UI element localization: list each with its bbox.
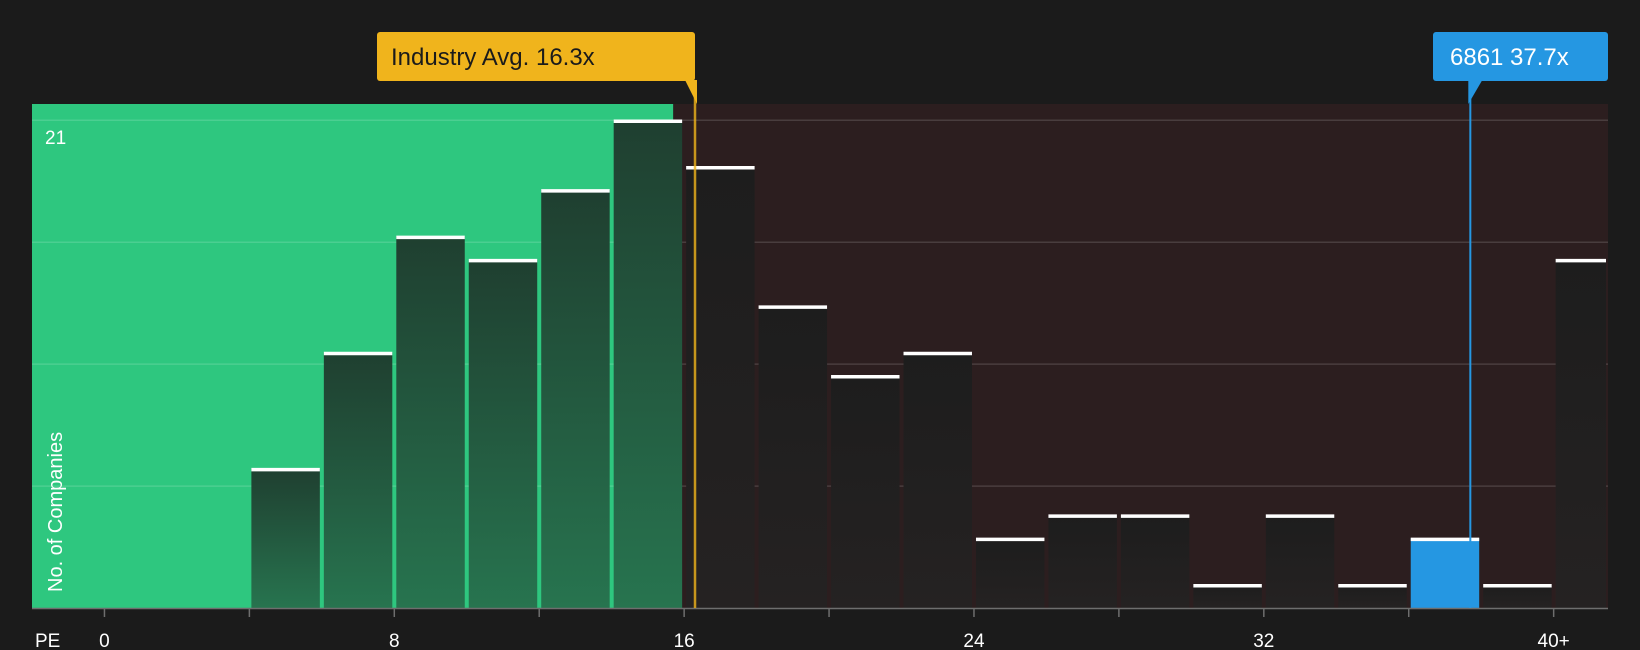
histogram-bar xyxy=(686,166,755,609)
x-tick-label: 0 xyxy=(99,631,110,650)
histogram-bar xyxy=(1483,584,1552,608)
histogram-bar xyxy=(468,259,538,608)
x-axis: 0 8 16 24 32 40+ xyxy=(32,607,1608,650)
histogram-bar xyxy=(1193,584,1262,608)
histogram-bar xyxy=(1555,259,1606,608)
industry-avg-label: Industry Avg. 16.3x xyxy=(391,44,595,71)
histogram-bar xyxy=(758,306,828,608)
histogram-bar xyxy=(975,538,1045,608)
y-axis-title: No. of Companies xyxy=(45,432,67,592)
histogram-bar xyxy=(251,468,320,608)
histogram-bar xyxy=(1338,584,1407,608)
company-pe-pointer xyxy=(1468,80,1483,104)
x-axis-title: PE xyxy=(35,631,60,650)
histogram-bar xyxy=(541,189,610,608)
histogram-bar xyxy=(1410,538,1480,608)
industry-avg-pointer xyxy=(685,80,698,104)
histogram-bar xyxy=(1120,515,1190,608)
y-max-tick-label: 21 xyxy=(45,128,66,149)
histogram-bar xyxy=(323,352,393,608)
histogram-bar xyxy=(396,236,465,609)
x-tick-label: 8 xyxy=(389,631,400,650)
x-tick-label: 40+ xyxy=(1538,631,1570,650)
histogram-bar xyxy=(1048,515,1117,608)
histogram-bar xyxy=(1265,515,1335,608)
pe-histogram-chart: 0 8 16 24 32 40+ Industry Avg. 16.3x 6861 37.7… xyxy=(32,32,1608,650)
x-tick-label: 32 xyxy=(1253,631,1274,650)
histogram-bar xyxy=(903,352,972,608)
histogram-bar xyxy=(831,375,900,608)
company-pe-label: 6861 37.7x xyxy=(1450,44,1569,71)
x-tick-label: 24 xyxy=(963,631,985,650)
histogram-bar xyxy=(613,120,683,609)
x-tick-label: 16 xyxy=(674,631,695,650)
